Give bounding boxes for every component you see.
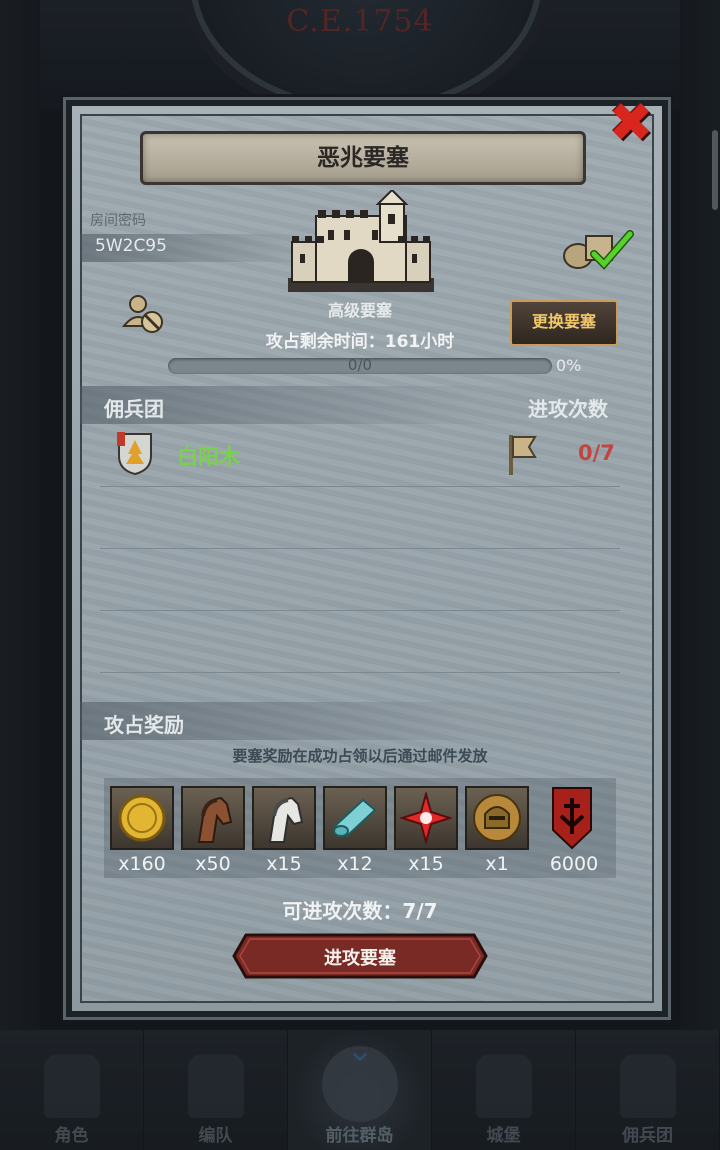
progress-percent: 0%: [556, 356, 582, 375]
block-player-icon[interactable]: [122, 292, 166, 336]
reward-note: 要塞奖励在成功占领以后通过邮件发放: [232, 747, 488, 765]
reward-item[interactable]: [110, 786, 174, 850]
supply-bag-icon[interactable]: [560, 228, 634, 270]
row-divider: [100, 548, 620, 549]
reward-item[interactable]: [323, 786, 387, 850]
fortress-level: 高级要塞: [327, 301, 392, 320]
guild-name[interactable]: 白阳木: [177, 441, 240, 471]
cloth-roll-icon: [333, 798, 377, 838]
row-divider: [100, 672, 620, 673]
rewards-header: 攻占奖励: [104, 713, 184, 737]
room-code-label: 房间密码: [90, 213, 146, 229]
flag-icon: [509, 435, 537, 475]
guild-banner-icon[interactable]: [551, 786, 593, 850]
close-icon: ✖: [608, 91, 654, 154]
change-fortress-button[interactable]: 更换要塞: [510, 300, 618, 346]
reward-qty: x15: [266, 853, 302, 875]
reward-qty: 6000: [549, 853, 599, 875]
close-button[interactable]: ✖: [606, 96, 656, 150]
mercenary-header: 佣兵团: [104, 397, 164, 421]
red-star-icon: [400, 792, 452, 844]
dialog-title: 恶兆要塞: [140, 131, 586, 185]
reward-item[interactable]: [252, 786, 316, 850]
room-code: 5W2C95: [95, 236, 167, 256]
row-divider: [100, 486, 620, 487]
reward-item[interactable]: [465, 786, 529, 850]
fortress-icon: [288, 190, 434, 292]
attacks-header: 进攻次数: [528, 397, 608, 421]
white-horse-icon: [268, 796, 304, 843]
reward-item[interactable]: [394, 786, 458, 850]
guild-emblem-icon: [117, 432, 152, 476]
brown-horse-icon: [197, 796, 233, 843]
reward-qty: x1: [485, 853, 509, 875]
attack-fortress-label[interactable]: 进攻要塞: [232, 944, 488, 970]
knight-helmet-icon: [473, 794, 521, 842]
reward-item[interactable]: [181, 786, 245, 850]
row-divider: [100, 610, 620, 611]
attempts-remaining: 可进攻次数：7/7: [282, 899, 438, 923]
reward-qty: x15: [408, 853, 444, 875]
remaining-time: 攻占剩余时间：161小时: [265, 332, 455, 352]
gold-coin-icon: [118, 794, 166, 842]
reward-qty: x50: [195, 853, 231, 875]
reward-qty: x12: [337, 853, 373, 875]
progress-text: 0/0: [347, 356, 373, 374]
reward-qty: x160: [118, 853, 166, 875]
guild-attack-count: 0/7: [578, 441, 615, 465]
